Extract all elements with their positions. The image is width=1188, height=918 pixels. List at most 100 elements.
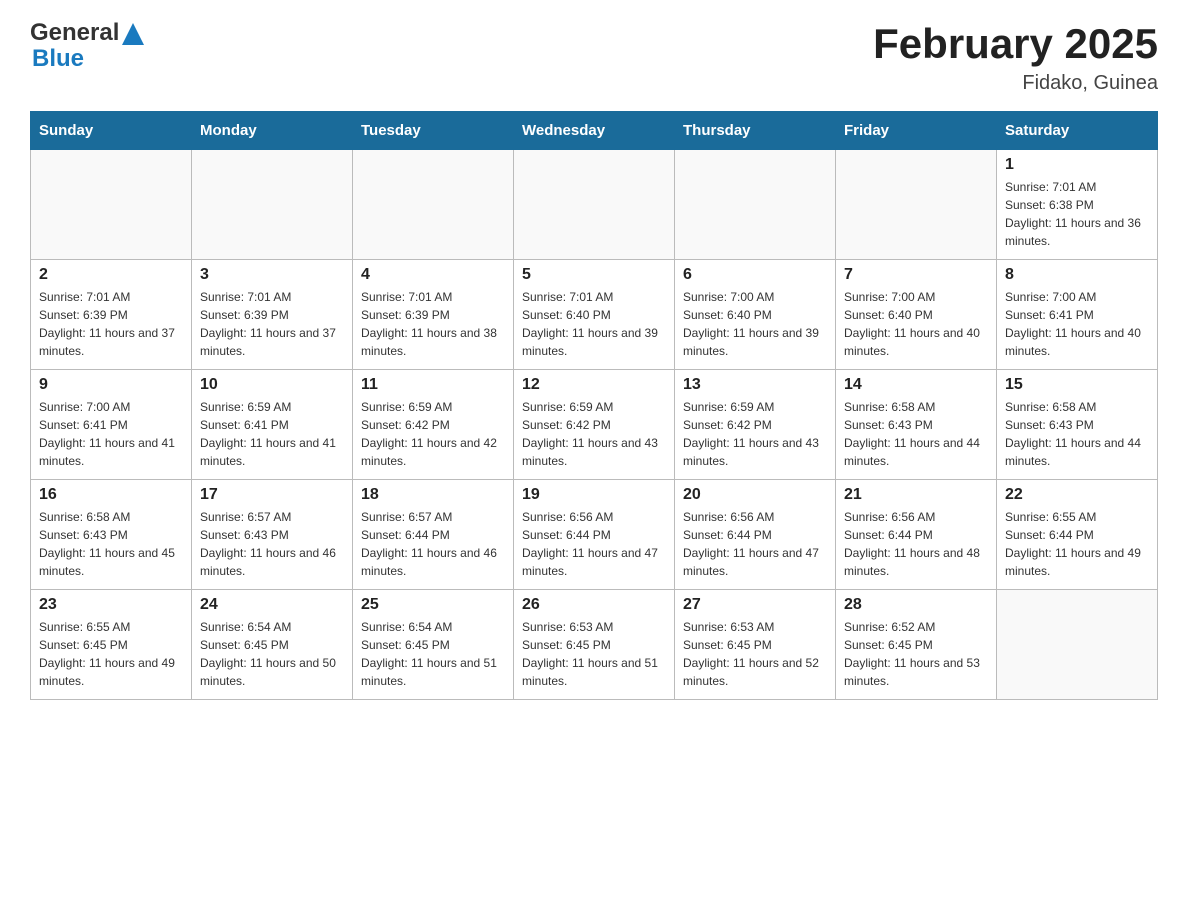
day-number: 18 bbox=[361, 486, 505, 504]
day-info: Sunrise: 7:01 AMSunset: 6:38 PMDaylight:… bbox=[1005, 178, 1149, 250]
day-info: Sunrise: 6:59 AMSunset: 6:42 PMDaylight:… bbox=[683, 398, 827, 470]
day-number: 5 bbox=[522, 266, 666, 284]
cell-week4-day3: 18 Sunrise: 6:57 AMSunset: 6:44 PMDayligh… bbox=[353, 480, 514, 590]
day-info: Sunrise: 6:53 AMSunset: 6:45 PMDaylight:… bbox=[683, 618, 827, 690]
header-saturday: Saturday bbox=[997, 112, 1158, 150]
week-row-3: 9 Sunrise: 7:00 AMSunset: 6:41 PMDaylight… bbox=[31, 370, 1158, 480]
location-label: Fidako, Guinea bbox=[873, 72, 1158, 95]
cell-week3-day5: 13 Sunrise: 6:59 AMSunset: 6:42 PMDayligh… bbox=[675, 370, 836, 480]
day-info: Sunrise: 6:57 AMSunset: 6:44 PMDaylight:… bbox=[361, 508, 505, 580]
title-block: February 2025 Fidako, Guinea bbox=[873, 20, 1158, 95]
logo: General Blue bbox=[30, 20, 144, 73]
day-number: 4 bbox=[361, 266, 505, 284]
day-info: Sunrise: 7:01 AMSunset: 6:39 PMDaylight:… bbox=[361, 288, 505, 360]
cell-week1-day5 bbox=[675, 150, 836, 260]
day-info: Sunrise: 7:01 AMSunset: 6:40 PMDaylight:… bbox=[522, 288, 666, 360]
day-number: 14 bbox=[844, 376, 988, 394]
header-thursday: Thursday bbox=[675, 112, 836, 150]
cell-week5-day5: 27Sunrise: 6:53 AMSunset: 6:45 PMDayligh… bbox=[675, 590, 836, 700]
day-info: Sunrise: 7:00 AMSunset: 6:40 PMDaylight:… bbox=[844, 288, 988, 360]
cell-week5-day7 bbox=[997, 590, 1158, 700]
cell-week3-day2: 10 Sunrise: 6:59 AMSunset: 6:41 PMDayligh… bbox=[192, 370, 353, 480]
day-info: Sunrise: 6:55 AMSunset: 6:44 PMDaylight:… bbox=[1005, 508, 1149, 580]
cell-week2-day3: 4 Sunrise: 7:01 AMSunset: 6:39 PMDaylight… bbox=[353, 260, 514, 370]
day-info: Sunrise: 6:59 AMSunset: 6:42 PMDaylight:… bbox=[522, 398, 666, 470]
day-info: Sunrise: 6:58 AMSunset: 6:43 PMDaylight:… bbox=[844, 398, 988, 470]
day-info: Sunrise: 6:56 AMSunset: 6:44 PMDaylight:… bbox=[683, 508, 827, 580]
day-info: Sunrise: 6:55 AMSunset: 6:45 PMDaylight:… bbox=[39, 618, 183, 690]
day-number: 16 bbox=[39, 486, 183, 504]
day-info: Sunrise: 6:56 AMSunset: 6:44 PMDaylight:… bbox=[522, 508, 666, 580]
cell-week5-day1: 23 Sunrise: 6:55 AMSunset: 6:45 PMDayligh… bbox=[31, 590, 192, 700]
page-header: General Blue February 2025 Fidako, Guine… bbox=[30, 20, 1158, 95]
cell-week1-day2 bbox=[192, 150, 353, 260]
day-number: 11 bbox=[361, 376, 505, 394]
cell-week5-day6: 28 Sunrise: 6:52 AMSunset: 6:45 PMDayligh… bbox=[836, 590, 997, 700]
day-number: 23 bbox=[39, 596, 183, 614]
logo-text: General Blue bbox=[30, 20, 144, 73]
header-sunday: Sunday bbox=[31, 112, 192, 150]
cell-week2-day6: 7 Sunrise: 7:00 AMSunset: 6:40 PMDaylight… bbox=[836, 260, 997, 370]
cell-week2-day7: 8 Sunrise: 7:00 AMSunset: 6:41 PMDaylight… bbox=[997, 260, 1158, 370]
day-number: 12 bbox=[522, 376, 666, 394]
weekday-header-row: Sunday Monday Tuesday Wednesday Thursday… bbox=[31, 112, 1158, 150]
cell-week5-day2: 24 Sunrise: 6:54 AMSunset: 6:45 PMDayligh… bbox=[192, 590, 353, 700]
calendar-table: Sunday Monday Tuesday Wednesday Thursday… bbox=[30, 111, 1158, 700]
month-title: February 2025 bbox=[873, 20, 1158, 68]
day-number: 24 bbox=[200, 596, 344, 614]
day-info: Sunrise: 7:01 AMSunset: 6:39 PMDaylight:… bbox=[200, 288, 344, 360]
day-number: 13 bbox=[683, 376, 827, 394]
cell-week4-day7: 22 Sunrise: 6:55 AMSunset: 6:44 PMDayligh… bbox=[997, 480, 1158, 590]
day-number: 20 bbox=[683, 486, 827, 504]
day-info: Sunrise: 6:53 AMSunset: 6:45 PMDaylight:… bbox=[522, 618, 666, 690]
day-number: 10 bbox=[200, 376, 344, 394]
day-info: Sunrise: 6:54 AMSunset: 6:45 PMDaylight:… bbox=[200, 618, 344, 690]
cell-week2-day1: 2Sunrise: 7:01 AMSunset: 6:39 PMDaylight… bbox=[31, 260, 192, 370]
header-tuesday: Tuesday bbox=[353, 112, 514, 150]
cell-week3-day4: 12 Sunrise: 6:59 AMSunset: 6:42 PMDayligh… bbox=[514, 370, 675, 480]
week-row-4: 16 Sunrise: 6:58 AMSunset: 6:43 PMDayligh… bbox=[31, 480, 1158, 590]
day-number: 22 bbox=[1005, 486, 1149, 504]
cell-week1-day4 bbox=[514, 150, 675, 260]
cell-week4-day1: 16 Sunrise: 6:58 AMSunset: 6:43 PMDayligh… bbox=[31, 480, 192, 590]
day-info: Sunrise: 7:00 AMSunset: 6:40 PMDaylight:… bbox=[683, 288, 827, 360]
day-number: 26 bbox=[522, 596, 666, 614]
cell-week3-day3: 11 Sunrise: 6:59 AMSunset: 6:42 PMDayligh… bbox=[353, 370, 514, 480]
cell-week4-day5: 20 Sunrise: 6:56 AMSunset: 6:44 PMDayligh… bbox=[675, 480, 836, 590]
day-info: Sunrise: 6:56 AMSunset: 6:44 PMDaylight:… bbox=[844, 508, 988, 580]
header-friday: Friday bbox=[836, 112, 997, 150]
day-info: Sunrise: 6:59 AMSunset: 6:41 PMDaylight:… bbox=[200, 398, 344, 470]
day-number: 6 bbox=[683, 266, 827, 284]
day-number: 9 bbox=[39, 376, 183, 394]
logo-general: General bbox=[30, 20, 119, 46]
cell-week2-day2: 3 Sunrise: 7:01 AMSunset: 6:39 PMDaylight… bbox=[192, 260, 353, 370]
day-number: 21 bbox=[844, 486, 988, 504]
day-info: Sunrise: 6:58 AMSunset: 6:43 PMDaylight:… bbox=[39, 508, 183, 580]
cell-week2-day4: 5 Sunrise: 7:01 AMSunset: 6:40 PMDaylight… bbox=[514, 260, 675, 370]
week-row-1: 1Sunrise: 7:01 AMSunset: 6:38 PMDaylight… bbox=[31, 150, 1158, 260]
cell-week4-day6: 21 Sunrise: 6:56 AMSunset: 6:44 PMDayligh… bbox=[836, 480, 997, 590]
header-wednesday: Wednesday bbox=[514, 112, 675, 150]
day-number: 2 bbox=[39, 266, 183, 284]
day-number: 7 bbox=[844, 266, 988, 284]
cell-week1-day7: 1Sunrise: 7:01 AMSunset: 6:38 PMDaylight… bbox=[997, 150, 1158, 260]
cell-week3-day1: 9 Sunrise: 7:00 AMSunset: 6:41 PMDaylight… bbox=[31, 370, 192, 480]
cell-week4-day4: 19 Sunrise: 6:56 AMSunset: 6:44 PMDayligh… bbox=[514, 480, 675, 590]
cell-week1-day6 bbox=[836, 150, 997, 260]
cell-week1-day3 bbox=[353, 150, 514, 260]
header-monday: Monday bbox=[192, 112, 353, 150]
day-number: 28 bbox=[844, 596, 988, 614]
day-number: 19 bbox=[522, 486, 666, 504]
day-number: 25 bbox=[361, 596, 505, 614]
cell-week2-day5: 6 Sunrise: 7:00 AMSunset: 6:40 PMDaylight… bbox=[675, 260, 836, 370]
day-number: 3 bbox=[200, 266, 344, 284]
day-info: Sunrise: 6:52 AMSunset: 6:45 PMDaylight:… bbox=[844, 618, 988, 690]
logo-triangle-icon bbox=[122, 23, 144, 45]
day-info: Sunrise: 6:58 AMSunset: 6:43 PMDaylight:… bbox=[1005, 398, 1149, 470]
day-info: Sunrise: 7:00 AMSunset: 6:41 PMDaylight:… bbox=[39, 398, 183, 470]
day-info: Sunrise: 7:00 AMSunset: 6:41 PMDaylight:… bbox=[1005, 288, 1149, 360]
day-number: 8 bbox=[1005, 266, 1149, 284]
week-row-5: 23 Sunrise: 6:55 AMSunset: 6:45 PMDayligh… bbox=[31, 590, 1158, 700]
day-info: Sunrise: 6:59 AMSunset: 6:42 PMDaylight:… bbox=[361, 398, 505, 470]
cell-week5-day3: 25Sunrise: 6:54 AMSunset: 6:45 PMDayligh… bbox=[353, 590, 514, 700]
